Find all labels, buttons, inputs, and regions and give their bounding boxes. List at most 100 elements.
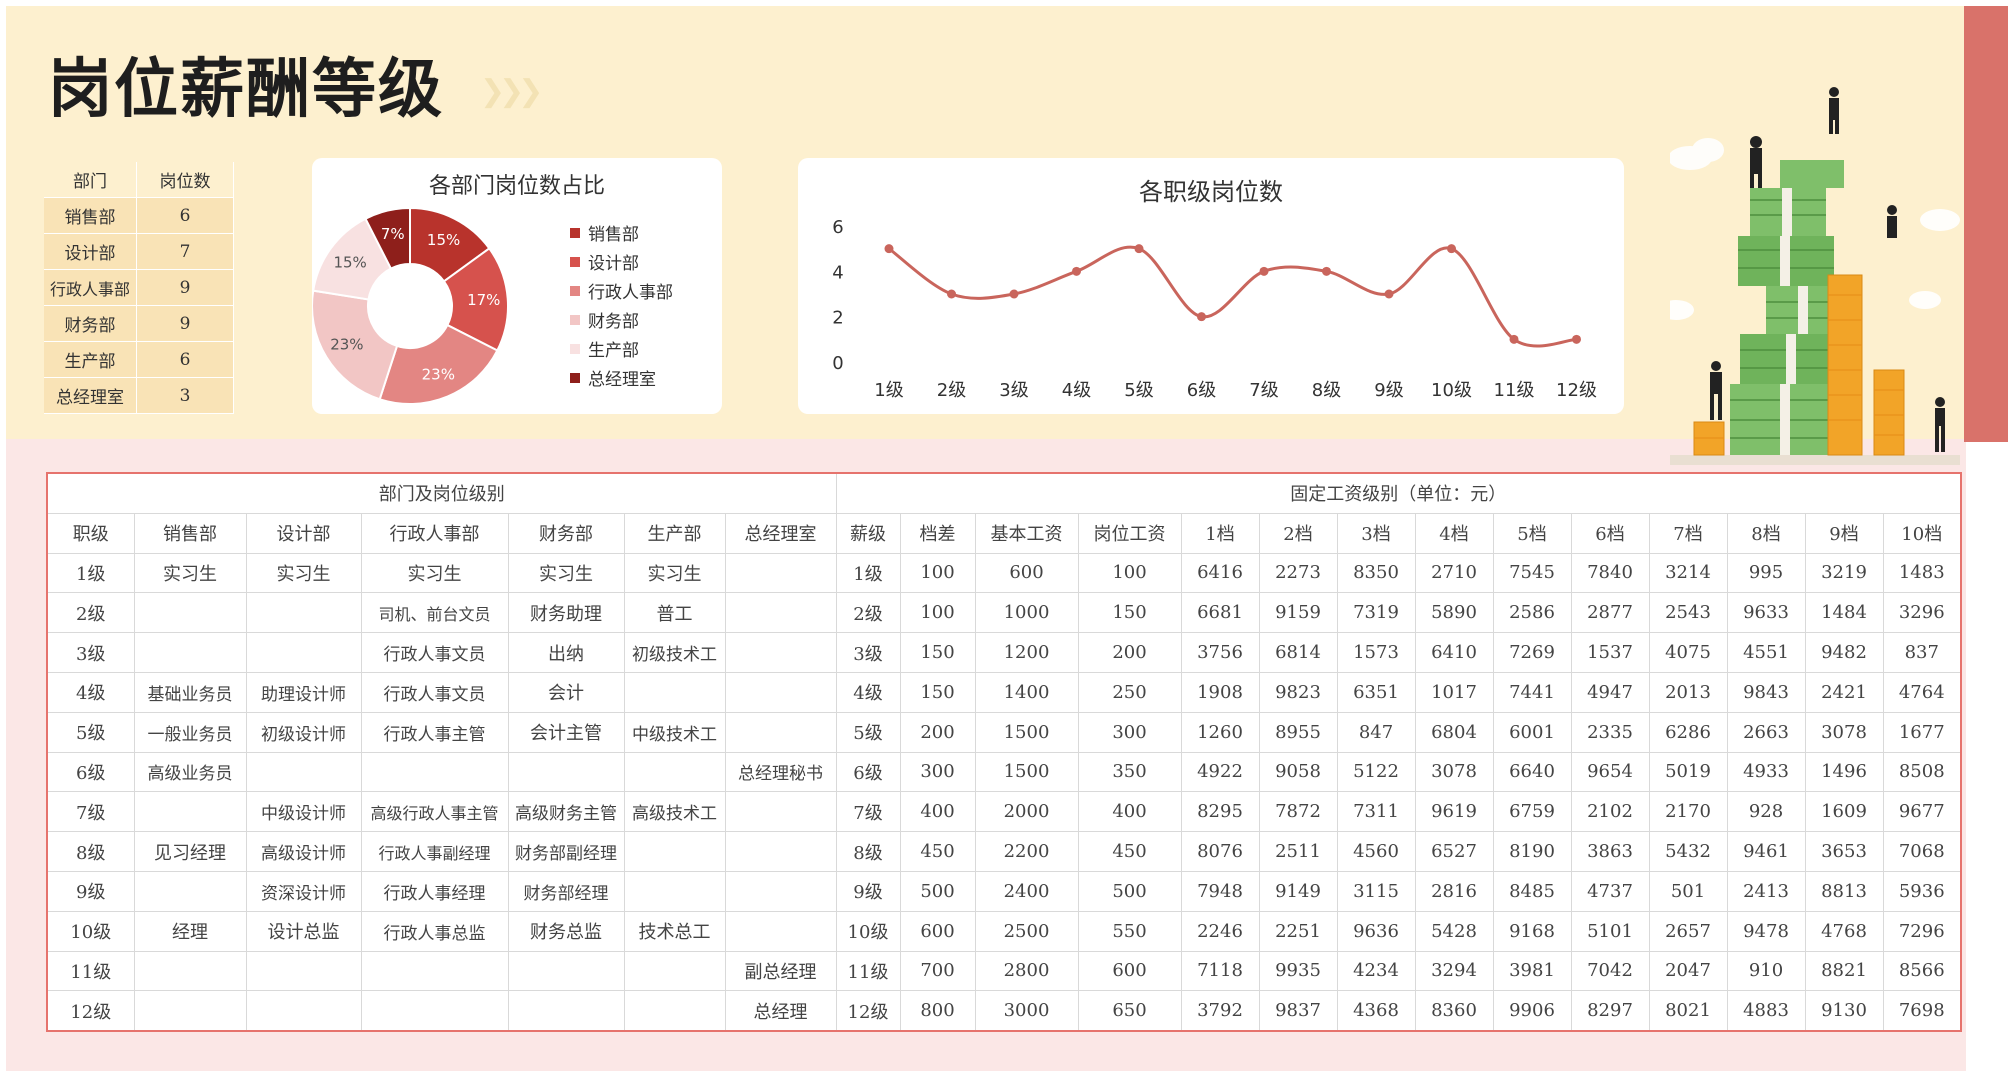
table-cell: 550 bbox=[1078, 911, 1181, 951]
table-cell: 6759 bbox=[1493, 792, 1571, 832]
x-tick-label: 7级 bbox=[1249, 380, 1278, 401]
table-cell: 6级 bbox=[47, 752, 134, 792]
table-cell: 910 bbox=[1727, 951, 1805, 991]
dept-count: 7 bbox=[137, 234, 234, 270]
table-cell bbox=[725, 911, 836, 951]
table-cell: 2663 bbox=[1727, 712, 1805, 752]
table-cell: 9级 bbox=[836, 871, 900, 911]
table-cell: 1677 bbox=[1883, 712, 1961, 752]
table-cell: 中级技术工 bbox=[624, 712, 725, 752]
table-row: 2级司机、前台文员财务助理普工2级10010001506681915973195… bbox=[47, 593, 1961, 633]
column-header: 基本工资 bbox=[975, 513, 1078, 553]
dept-name: 销售部 bbox=[44, 198, 137, 234]
line-chart-card: 各职级岗位数 02461级2级3级4级5级6级7级8级9级10级11级12级 bbox=[798, 158, 1624, 414]
table-cell: 500 bbox=[900, 871, 975, 911]
dept-row: 设计部7 bbox=[44, 234, 234, 270]
table-cell: 高级技术工 bbox=[624, 792, 725, 832]
table-cell bbox=[134, 633, 246, 673]
legend-item: 销售部 bbox=[570, 220, 639, 245]
table-cell: 5019 bbox=[1649, 752, 1727, 792]
table-cell: 3653 bbox=[1805, 832, 1883, 872]
table-cell: 7872 bbox=[1259, 792, 1337, 832]
legend-label: 财务部 bbox=[588, 312, 639, 332]
x-tick-label: 10级 bbox=[1431, 380, 1472, 401]
table-cell: 250 bbox=[1078, 672, 1181, 712]
table-cell: 3863 bbox=[1571, 832, 1649, 872]
table-cell: 4883 bbox=[1727, 991, 1805, 1031]
table-cell bbox=[134, 871, 246, 911]
table-cell: 9149 bbox=[1259, 871, 1337, 911]
table-cell: 995 bbox=[1727, 553, 1805, 593]
table-cell: 中级设计师 bbox=[246, 792, 361, 832]
line-point bbox=[1197, 312, 1206, 321]
line-series bbox=[889, 247, 1577, 346]
table-row: 10级经理设计总监行政人事总监财务总监技术总工10级60025005502246… bbox=[47, 911, 1961, 951]
table-cell bbox=[134, 991, 246, 1031]
table-cell: 500 bbox=[1078, 871, 1181, 911]
x-tick-label: 11级 bbox=[1494, 380, 1535, 401]
table-cell: 1537 bbox=[1571, 633, 1649, 673]
dept-header: 部门 bbox=[44, 162, 137, 198]
table-cell: 初级设计师 bbox=[246, 712, 361, 752]
table-cell: 7级 bbox=[47, 792, 134, 832]
table-cell: 9843 bbox=[1727, 672, 1805, 712]
table-cell: 会计主管 bbox=[508, 712, 624, 752]
table-cell: 行政人事副经理 bbox=[361, 832, 508, 872]
legend-label: 总经理室 bbox=[588, 370, 656, 390]
table-cell: 9633 bbox=[1727, 593, 1805, 633]
y-tick-label: 0 bbox=[832, 353, 843, 374]
table-row: 12级总经理12级8003000650379298374368836099068… bbox=[47, 991, 1961, 1031]
table-cell: 3级 bbox=[836, 633, 900, 673]
table-cell: 会计 bbox=[508, 672, 624, 712]
table-cell: 100 bbox=[900, 553, 975, 593]
table-cell: 6410 bbox=[1415, 633, 1493, 673]
pie-slice-label: 23% bbox=[422, 365, 455, 383]
column-header: 10档 bbox=[1883, 513, 1961, 553]
table-cell: 1200 bbox=[975, 633, 1078, 673]
table-cell: 1260 bbox=[1181, 712, 1259, 752]
table-cell: 设计总监 bbox=[246, 911, 361, 951]
table-cell: 12级 bbox=[47, 991, 134, 1031]
table-cell bbox=[725, 832, 836, 872]
table-cell: 450 bbox=[1078, 832, 1181, 872]
table-cell: 9478 bbox=[1727, 911, 1805, 951]
table-cell: 财务助理 bbox=[508, 593, 624, 633]
table-cell: 400 bbox=[1078, 792, 1181, 832]
table-cell: 4级 bbox=[836, 672, 900, 712]
column-header: 8档 bbox=[1727, 513, 1805, 553]
table-cell: 7840 bbox=[1571, 553, 1649, 593]
pie-slice-label: 15% bbox=[333, 254, 366, 272]
table-cell: 1500 bbox=[975, 752, 1078, 792]
table-cell: 6804 bbox=[1415, 712, 1493, 752]
table-cell: 3219 bbox=[1805, 553, 1883, 593]
table-cell: 10级 bbox=[47, 911, 134, 951]
table-cell: 3756 bbox=[1181, 633, 1259, 673]
table-cell: 2657 bbox=[1649, 911, 1727, 951]
table-cell bbox=[134, 792, 246, 832]
table-cell: 5428 bbox=[1415, 911, 1493, 951]
column-header: 1档 bbox=[1181, 513, 1259, 553]
table-cell bbox=[246, 951, 361, 991]
table-cell: 9935 bbox=[1259, 951, 1337, 991]
table-cell bbox=[624, 991, 725, 1031]
table-cell: 8350 bbox=[1337, 553, 1415, 593]
table-cell: 9级 bbox=[47, 871, 134, 911]
column-header: 2档 bbox=[1259, 513, 1337, 553]
table-cell: 3000 bbox=[975, 991, 1078, 1031]
table-cell: 8485 bbox=[1493, 871, 1571, 911]
table-cell: 6640 bbox=[1493, 752, 1571, 792]
table-cell: 9677 bbox=[1883, 792, 1961, 832]
dept-count: 9 bbox=[137, 270, 234, 306]
dept-row: 财务部9 bbox=[44, 306, 234, 342]
table-cell: 12级 bbox=[836, 991, 900, 1031]
table-row: 6级高级业务员总经理秘书6级30015003504922905851223078… bbox=[47, 752, 1961, 792]
y-tick-label: 2 bbox=[832, 308, 843, 329]
table-cell: 7068 bbox=[1883, 832, 1961, 872]
column-header: 3档 bbox=[1337, 513, 1415, 553]
x-tick-label: 1级 bbox=[874, 380, 903, 401]
table-cell: 实习生 bbox=[246, 553, 361, 593]
legend-swatch bbox=[570, 315, 580, 325]
table-cell: 100 bbox=[1078, 553, 1181, 593]
table-cell: 650 bbox=[1078, 991, 1181, 1031]
table-cell: 8级 bbox=[836, 832, 900, 872]
